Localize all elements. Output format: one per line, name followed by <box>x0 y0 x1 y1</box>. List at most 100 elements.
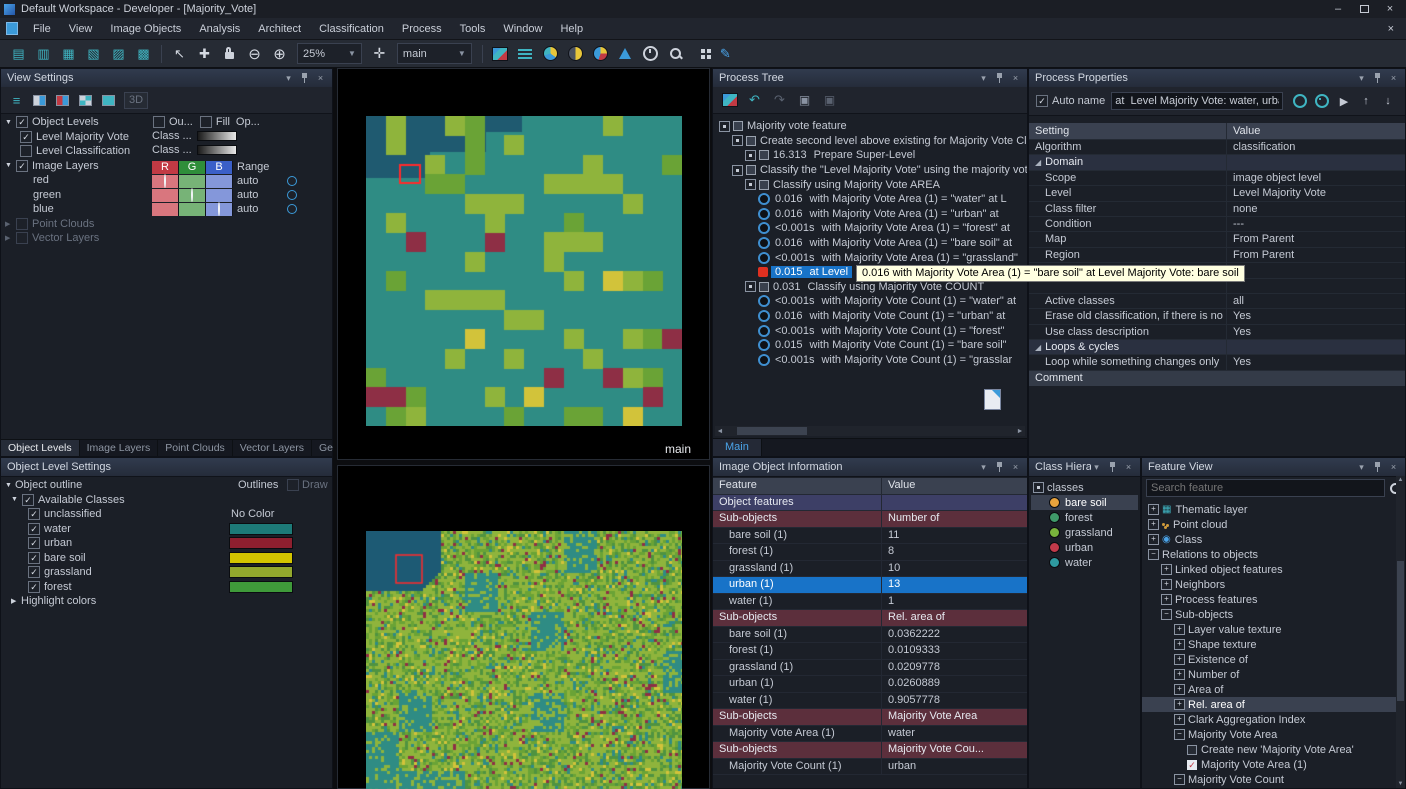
column-header[interactable]: Value <box>881 478 1027 494</box>
channel-radio-icon[interactable] <box>164 174 166 188</box>
search-input[interactable] <box>1146 479 1385 497</box>
auto-name-checkbox[interactable]: ✓ <box>1036 95 1048 107</box>
tab-main[interactable]: Main <box>713 439 762 456</box>
expander-icon[interactable]: + <box>1148 519 1159 530</box>
checkbox[interactable] <box>200 116 212 128</box>
execute-icon[interactable]: ▶ <box>1340 95 1348 108</box>
layer-mixing-icon[interactable] <box>488 43 513 65</box>
channel-cell[interactable] <box>206 203 233 216</box>
feature-node[interactable]: +Process features <box>1142 592 1396 607</box>
lock-view-icon[interactable] <box>217 43 242 65</box>
show-classification-icon[interactable] <box>513 43 538 65</box>
duplicate-icon[interactable]: ▣ <box>792 89 817 111</box>
class-checkbox[interactable]: ✓ <box>28 552 40 564</box>
class-mix-row[interactable]: Class ... <box>152 129 330 143</box>
feature-node[interactable]: −Sub-objects <box>1142 607 1396 622</box>
panel-menu-icon[interactable]: ▾ <box>1356 462 1367 473</box>
close-icon[interactable]: × <box>315 73 326 84</box>
expanded-arrow-icon[interactable]: ▼ <box>5 119 15 126</box>
scrollbar-thumb[interactable] <box>1397 561 1404 701</box>
process-node[interactable]: <0.001swith Majority Vote Count (1) = "w… <box>713 294 1027 309</box>
execute-icon[interactable]: ▶ <box>1333 91 1355 111</box>
view-settings-node[interactable]: green <box>1 188 151 203</box>
move-down-icon[interactable]: ↓ <box>1385 95 1391 107</box>
process-node[interactable]: Classify the "Level Majority Vote" using… <box>713 163 1027 178</box>
import-scene-icon[interactable]: ▦ <box>56 43 81 65</box>
horizontal-scrollbar[interactable]: ◄ ► <box>715 426 1025 436</box>
process-node[interactable]: Classify using Majority Vote AREA <box>713 177 1027 192</box>
setting-row[interactable]: Loop while something changes onlyYes <box>1029 355 1405 370</box>
pp-cycle-icon[interactable] <box>1315 94 1329 108</box>
cursor-icon[interactable]: ↖ <box>167 43 192 65</box>
view-settings-node[interactable]: Level Classification <box>1 144 151 159</box>
expander-icon[interactable]: + <box>1161 594 1172 605</box>
expander-icon[interactable] <box>732 135 743 146</box>
table-row[interactable]: Sub-objectsNumber of <box>713 511 1027 528</box>
expander-icon[interactable]: + <box>1174 654 1185 665</box>
expander-icon[interactable] <box>719 121 730 132</box>
panel-menu-icon[interactable]: ▾ <box>978 462 989 473</box>
menu-process[interactable]: Process <box>393 18 451 40</box>
classes-root-node[interactable]: classes <box>1031 480 1138 495</box>
print-view-icon[interactable]: ▩ <box>131 43 156 65</box>
feature-node[interactable]: −Relations to objects <box>1142 547 1396 562</box>
close-icon[interactable]: × <box>1123 462 1134 473</box>
channel-cell[interactable] <box>152 175 179 188</box>
feature-node[interactable]: Create new 'Majority Vote Area' <box>1142 742 1396 757</box>
feature-node[interactable]: −Majority Vote Count <box>1142 772 1396 787</box>
feature-node[interactable]: +Clark Aggregation Index <box>1142 712 1396 727</box>
scrollbar-thumb[interactable] <box>737 427 807 435</box>
menu-architect[interactable]: Architect <box>249 18 310 40</box>
minimize-button[interactable]: – <box>1326 2 1350 17</box>
table-row[interactable]: water (1)0.9057778 <box>713 693 1027 710</box>
class-item[interactable]: bare soil <box>1031 495 1138 510</box>
expander-icon[interactable]: + <box>1174 669 1185 680</box>
close-icon[interactable]: × <box>1010 73 1021 84</box>
expander-icon[interactable]: − <box>1148 549 1159 560</box>
channel-cell[interactable] <box>206 175 233 188</box>
channel-cell[interactable] <box>152 203 179 216</box>
expander-icon[interactable]: + <box>1161 564 1172 575</box>
class-row[interactable]: ✓grassland <box>1 565 332 580</box>
scroll-down-icon[interactable]: ▼ <box>1396 781 1405 787</box>
process-node[interactable]: 0.016with Majority Vote Area (1) = "urba… <box>713 207 1027 222</box>
class-checkbox[interactable]: ✓ <box>28 537 40 549</box>
expander-icon[interactable] <box>745 150 756 161</box>
column-header[interactable]: Feature <box>713 478 881 494</box>
pin-icon[interactable] <box>994 73 1005 84</box>
feature-node[interactable]: Create new 'Majority Vote Count' <box>1142 787 1396 788</box>
pin-icon[interactable] <box>299 73 310 84</box>
class-item[interactable]: water <box>1031 555 1138 570</box>
checkbox[interactable] <box>20 145 32 157</box>
gradient-swatch[interactable] <box>197 145 237 155</box>
view-settings-node[interactable]: ▼✓Image Layers <box>1 159 151 174</box>
expander-icon[interactable]: + <box>1161 579 1172 590</box>
pixel-grid-icon[interactable] <box>688 43 713 65</box>
expanded-arrow-icon[interactable]: ▼ <box>11 496 21 503</box>
pin-icon[interactable] <box>1372 73 1383 84</box>
close-icon[interactable]: × <box>1388 462 1399 473</box>
table-row[interactable]: Majority Vote Area (1)water <box>713 726 1027 743</box>
tree-settings-icon[interactable] <box>717 89 742 111</box>
table-row[interactable]: urban (1)0.0260889 <box>713 676 1027 693</box>
expander-icon[interactable]: − <box>1174 729 1185 740</box>
panel-menu-icon[interactable]: ▾ <box>1356 73 1367 84</box>
checkbox[interactable]: ✓ <box>16 160 28 172</box>
feature-node[interactable]: +Linked object features <box>1142 562 1396 577</box>
link-panes-icon[interactable] <box>97 90 120 110</box>
export-results-icon[interactable]: ▧ <box>81 43 106 65</box>
channel-cell[interactable] <box>179 203 206 216</box>
threed-button[interactable]: 3D <box>124 92 148 109</box>
two-pane-icon[interactable] <box>51 90 74 110</box>
zoom-out-icon[interactable]: ⊖ <box>242 43 267 65</box>
expander-icon[interactable] <box>745 179 756 190</box>
object-outline-node[interactable]: ▼Object outlineOutlinesDraw <box>1 478 332 493</box>
process-profiler-icon[interactable] <box>638 43 663 65</box>
samples-icon[interactable] <box>613 43 638 65</box>
expanded-arrow-icon[interactable]: ▼ <box>5 482 15 489</box>
close-icon[interactable]: × <box>1010 462 1021 473</box>
feature-node[interactable]: +Shape texture <box>1142 637 1396 652</box>
close-icon[interactable]: × <box>1388 73 1399 84</box>
checkbox[interactable] <box>16 232 28 244</box>
pp-cycle-icon[interactable] <box>1311 91 1333 111</box>
